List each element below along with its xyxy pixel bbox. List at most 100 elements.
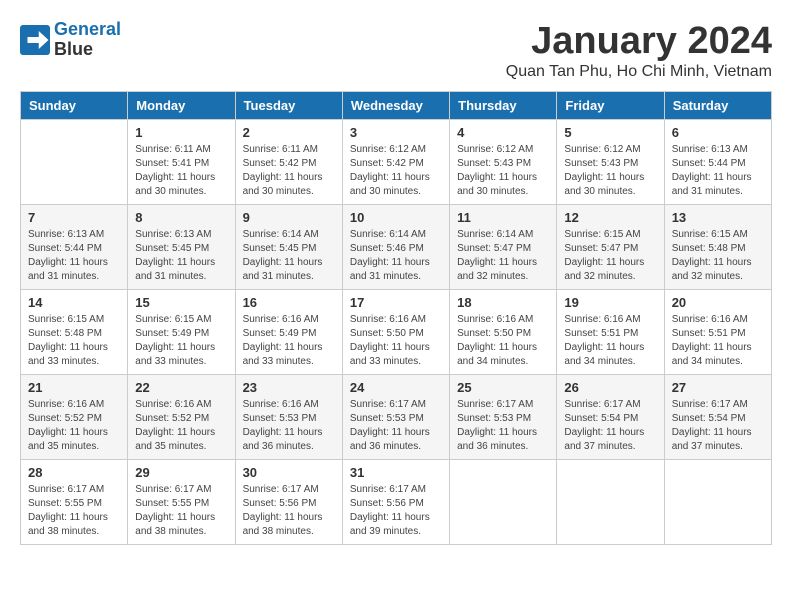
day-number: 17 (350, 295, 442, 310)
day-info: Sunrise: 6:16 AM Sunset: 5:49 PM Dayligh… (243, 313, 335, 369)
day-info: Sunrise: 6:16 AM Sunset: 5:52 PM Dayligh… (135, 398, 227, 454)
day-info: Sunrise: 6:12 AM Sunset: 5:43 PM Dayligh… (564, 143, 656, 199)
day-number: 2 (243, 125, 335, 140)
calendar-cell (450, 460, 557, 545)
calendar-cell: 22 Sunrise: 6:16 AM Sunset: 5:52 PM Dayli… (128, 375, 235, 460)
day-info: Sunrise: 6:15 AM Sunset: 5:48 PM Dayligh… (672, 228, 764, 284)
day-info: Sunrise: 6:15 AM Sunset: 5:47 PM Dayligh… (564, 228, 656, 284)
month-title: January 2024 (506, 20, 772, 63)
day-number: 22 (135, 380, 227, 395)
calendar-cell: 31Sunrise: 6:17 AM Sunset: 5:56 PM Dayli… (342, 460, 449, 545)
week-row-2: 7Sunrise: 6:13 AM Sunset: 5:44 PM Daylig… (21, 205, 772, 290)
calendar-cell: 27 Sunrise: 6:17 AM Sunset: 5:54 PM Dayli… (664, 375, 771, 460)
day-info: Sunrise: 6:17 AM Sunset: 5:55 PM Dayligh… (28, 483, 120, 539)
day-info: Sunrise: 6:13 AM Sunset: 5:44 PM Dayligh… (672, 143, 764, 199)
calendar-cell: 15Sunrise: 6:15 AM Sunset: 5:49 PM Dayli… (128, 290, 235, 375)
day-info: Sunrise: 6:16 AM Sunset: 5:51 PM Dayligh… (672, 313, 764, 369)
calendar-cell: 17 Sunrise: 6:16 AM Sunset: 5:50 PM Dayli… (342, 290, 449, 375)
day-number: 25 (457, 380, 549, 395)
calendar-header-row: SundayMondayTuesdayWednesdayThursdayFrid… (21, 92, 772, 120)
day-info: Sunrise: 6:11 AM Sunset: 5:41 PM Dayligh… (135, 143, 227, 199)
calendar-cell: 2Sunrise: 6:11 AM Sunset: 5:42 PM Daylig… (235, 120, 342, 205)
day-number: 8 (135, 210, 227, 225)
calendar-cell (664, 460, 771, 545)
day-info: Sunrise: 6:12 AM Sunset: 5:42 PM Dayligh… (350, 143, 442, 199)
calendar-cell: 21 Sunrise: 6:16 AM Sunset: 5:52 PM Dayli… (21, 375, 128, 460)
day-info: Sunrise: 6:14 AM Sunset: 5:45 PM Dayligh… (243, 228, 335, 284)
day-number: 21 (28, 380, 120, 395)
calendar-cell: 24 Sunrise: 6:17 AM Sunset: 5:53 PM Dayli… (342, 375, 449, 460)
week-row-3: 14 Sunrise: 6:15 AM Sunset: 5:48 PM Dayli… (21, 290, 772, 375)
calendar-cell: 9 Sunrise: 6:14 AM Sunset: 5:45 PM Daylig… (235, 205, 342, 290)
page-header: General Blue January 2024 Quan Tan Phu, … (20, 20, 772, 81)
calendar-cell: 5Sunrise: 6:12 AM Sunset: 5:43 PM Daylig… (557, 120, 664, 205)
day-info: Sunrise: 6:17 AM Sunset: 5:55 PM Dayligh… (135, 483, 227, 539)
calendar-cell: 28 Sunrise: 6:17 AM Sunset: 5:55 PM Dayli… (21, 460, 128, 545)
calendar-cell: 1 Sunrise: 6:11 AM Sunset: 5:41 PM Daylig… (128, 120, 235, 205)
calendar-cell: 11 Sunrise: 6:14 AM Sunset: 5:47 PM Dayli… (450, 205, 557, 290)
day-info: Sunrise: 6:14 AM Sunset: 5:47 PM Dayligh… (457, 228, 549, 284)
day-number: 4 (457, 125, 549, 140)
day-info: Sunrise: 6:16 AM Sunset: 5:53 PM Dayligh… (243, 398, 335, 454)
day-number: 1 (135, 125, 227, 140)
calendar-cell: 8 Sunrise: 6:13 AM Sunset: 5:45 PM Daylig… (128, 205, 235, 290)
calendar-cell: 19 Sunrise: 6:16 AM Sunset: 5:51 PM Dayli… (557, 290, 664, 375)
week-row-5: 28 Sunrise: 6:17 AM Sunset: 5:55 PM Dayli… (21, 460, 772, 545)
calendar-cell: 4Sunrise: 6:12 AM Sunset: 5:43 PM Daylig… (450, 120, 557, 205)
day-info: Sunrise: 6:17 AM Sunset: 5:53 PM Dayligh… (457, 398, 549, 454)
column-header-thursday: Thursday (450, 92, 557, 120)
calendar-cell: 7Sunrise: 6:13 AM Sunset: 5:44 PM Daylig… (21, 205, 128, 290)
location-title: Quan Tan Phu, Ho Chi Minh, Vietnam (506, 63, 772, 81)
day-info: Sunrise: 6:17 AM Sunset: 5:56 PM Dayligh… (243, 483, 335, 539)
logo-line2: Blue (54, 40, 121, 60)
calendar-cell: 23 Sunrise: 6:16 AM Sunset: 5:53 PM Dayli… (235, 375, 342, 460)
day-number: 9 (243, 210, 335, 225)
calendar-cell: 6 Sunrise: 6:13 AM Sunset: 5:44 PM Daylig… (664, 120, 771, 205)
day-number: 11 (457, 210, 549, 225)
calendar-cell: 30 Sunrise: 6:17 AM Sunset: 5:56 PM Dayli… (235, 460, 342, 545)
column-header-monday: Monday (128, 92, 235, 120)
calendar-cell (557, 460, 664, 545)
day-info: Sunrise: 6:15 AM Sunset: 5:48 PM Dayligh… (28, 313, 120, 369)
logo-line1: General (54, 19, 121, 39)
calendar-cell: 20Sunrise: 6:16 AM Sunset: 5:51 PM Dayli… (664, 290, 771, 375)
column-header-saturday: Saturday (664, 92, 771, 120)
day-info: Sunrise: 6:13 AM Sunset: 5:45 PM Dayligh… (135, 228, 227, 284)
day-number: 10 (350, 210, 442, 225)
day-number: 16 (243, 295, 335, 310)
calendar-cell: 16 Sunrise: 6:16 AM Sunset: 5:49 PM Dayli… (235, 290, 342, 375)
calendar-cell: 14 Sunrise: 6:15 AM Sunset: 5:48 PM Dayli… (21, 290, 128, 375)
logo-text: General Blue (54, 20, 121, 60)
week-row-4: 21 Sunrise: 6:16 AM Sunset: 5:52 PM Dayli… (21, 375, 772, 460)
logo: General Blue (20, 20, 121, 60)
calendar-cell (21, 120, 128, 205)
day-number: 30 (243, 465, 335, 480)
day-info: Sunrise: 6:17 AM Sunset: 5:54 PM Dayligh… (564, 398, 656, 454)
day-number: 19 (564, 295, 656, 310)
day-number: 7 (28, 210, 120, 225)
logo-icon (20, 25, 50, 55)
calendar-cell: 10Sunrise: 6:14 AM Sunset: 5:46 PM Dayli… (342, 205, 449, 290)
day-info: Sunrise: 6:16 AM Sunset: 5:50 PM Dayligh… (457, 313, 549, 369)
day-number: 18 (457, 295, 549, 310)
day-number: 24 (350, 380, 442, 395)
day-number: 15 (135, 295, 227, 310)
day-info: Sunrise: 6:16 AM Sunset: 5:52 PM Dayligh… (28, 398, 120, 454)
day-info: Sunrise: 6:16 AM Sunset: 5:51 PM Dayligh… (564, 313, 656, 369)
calendar-cell: 29Sunrise: 6:17 AM Sunset: 5:55 PM Dayli… (128, 460, 235, 545)
day-info: Sunrise: 6:16 AM Sunset: 5:50 PM Dayligh… (350, 313, 442, 369)
day-number: 14 (28, 295, 120, 310)
day-info: Sunrise: 6:17 AM Sunset: 5:54 PM Dayligh… (672, 398, 764, 454)
column-header-sunday: Sunday (21, 92, 128, 120)
day-number: 12 (564, 210, 656, 225)
calendar-table: SundayMondayTuesdayWednesdayThursdayFrid… (20, 91, 772, 545)
calendar-cell: 18 Sunrise: 6:16 AM Sunset: 5:50 PM Dayli… (450, 290, 557, 375)
day-number: 27 (672, 380, 764, 395)
calendar-cell: 3Sunrise: 6:12 AM Sunset: 5:42 PM Daylig… (342, 120, 449, 205)
day-number: 28 (28, 465, 120, 480)
day-number: 13 (672, 210, 764, 225)
day-info: Sunrise: 6:17 AM Sunset: 5:53 PM Dayligh… (350, 398, 442, 454)
day-number: 6 (672, 125, 764, 140)
day-number: 23 (243, 380, 335, 395)
column-header-tuesday: Tuesday (235, 92, 342, 120)
